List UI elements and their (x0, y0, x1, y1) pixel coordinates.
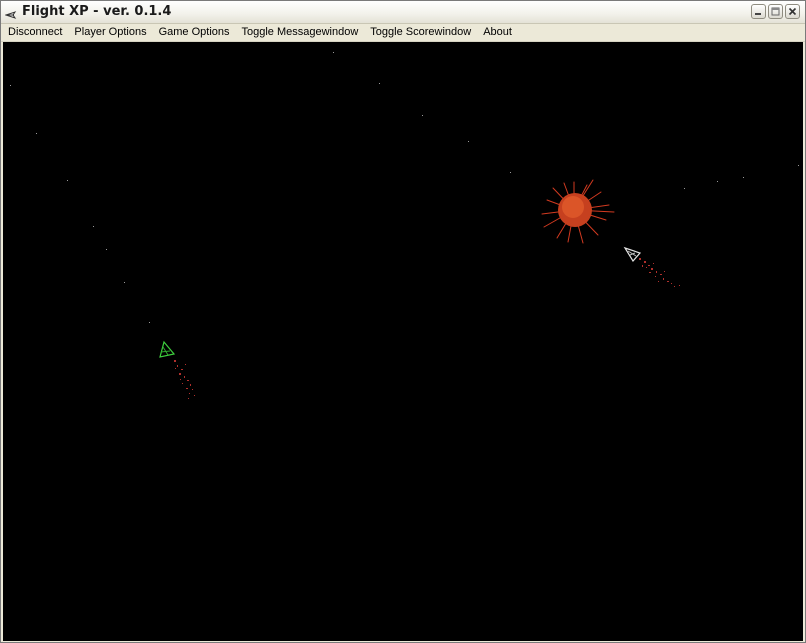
minimize-button[interactable] (751, 4, 766, 19)
menu-game-options[interactable]: Game Options (153, 24, 236, 41)
menu-disconnect[interactable]: Disconnect (1, 24, 68, 41)
menu-toggle-scorewindow[interactable]: Toggle Scorewindow (364, 24, 477, 41)
menu-toggle-messagewindow[interactable]: Toggle Messagewindow (236, 24, 365, 41)
close-icon (788, 7, 797, 16)
explosion (541, 179, 615, 244)
player-ship (159, 340, 195, 399)
menu-player-options[interactable]: Player Options (68, 24, 152, 41)
maximize-button[interactable] (768, 4, 783, 19)
menu-about[interactable]: About (477, 24, 518, 41)
maximize-icon (771, 7, 780, 16)
game-scene (10, 52, 799, 399)
close-button[interactable] (785, 4, 800, 19)
starfield (10, 52, 799, 323)
menu-bar: Disconnect Player Options Game Options T… (1, 24, 805, 42)
app-window: Flight XP - ver. 0.1.4 Disconnect Player… (0, 0, 806, 643)
minimize-icon (755, 13, 761, 15)
enemy-ship (623, 246, 680, 287)
plane-icon[interactable] (4, 6, 17, 19)
window-title: Flight XP - ver. 0.1.4 (22, 4, 172, 19)
game-canvas[interactable] (3, 42, 803, 641)
title-bar[interactable]: Flight XP - ver. 0.1.4 (1, 1, 805, 24)
